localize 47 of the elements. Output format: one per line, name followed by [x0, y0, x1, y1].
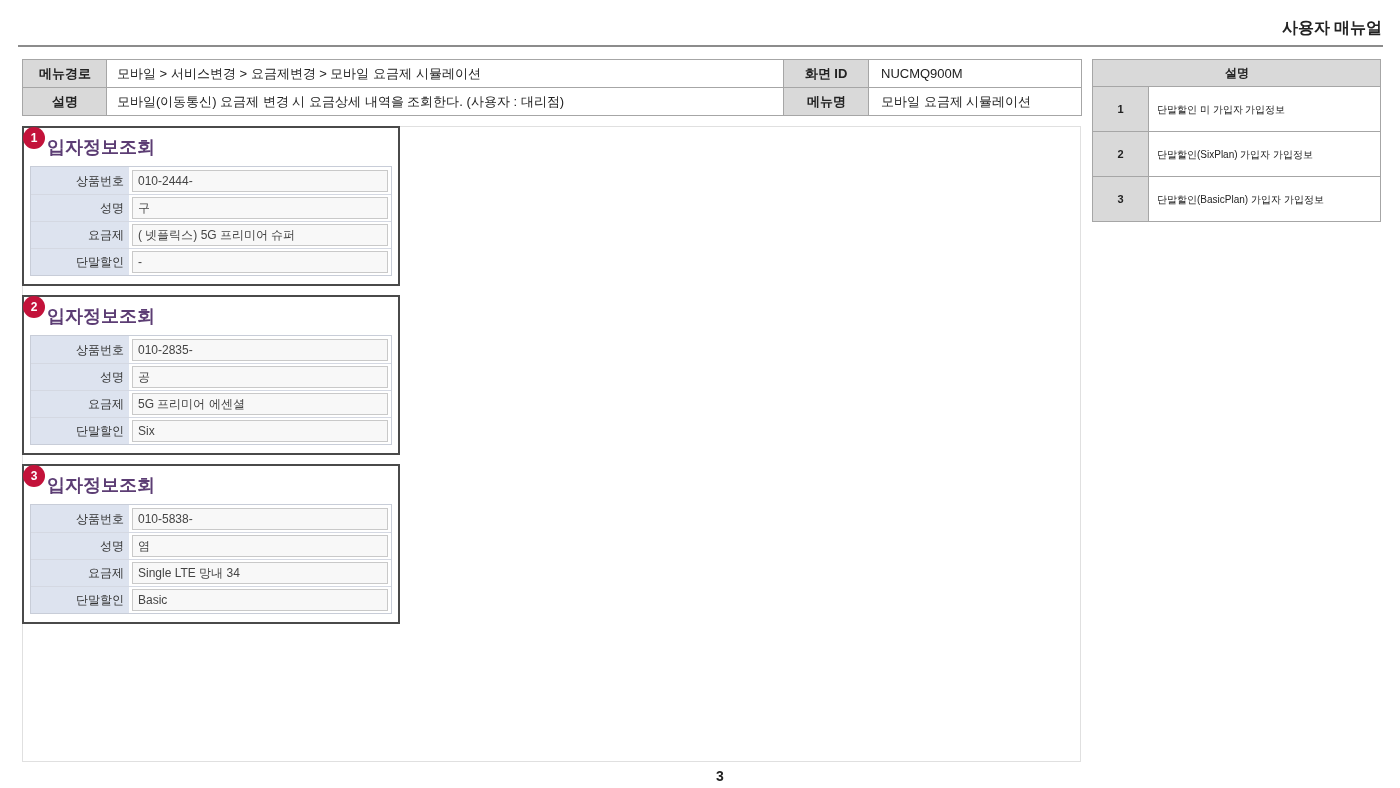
field-label: 성명 — [31, 195, 129, 221]
panel-title: 입자정보조회 — [47, 474, 155, 497]
page-number: 3 — [716, 767, 724, 786]
input-field[interactable]: ( 넷플릭스) 5G 프리미어 슈퍼 — [132, 224, 388, 246]
row-number: 3 — [1092, 176, 1149, 222]
document-title: 사용자 매뉴얼 — [1281, 18, 1382, 38]
row-header: 화면 ID — [783, 59, 869, 88]
field-label: 요금제 — [31, 222, 129, 248]
table-cell: 단말할인 미 가입자 가입정보 — [1148, 86, 1381, 132]
row-header: 메뉴명 — [783, 87, 869, 116]
row-header: 메뉴경로 — [22, 59, 107, 88]
row-number: 2 — [1092, 131, 1149, 177]
column-header: 설명 — [1092, 59, 1381, 87]
row-number: 1 — [1092, 86, 1149, 132]
field-label: 단말할인 — [31, 249, 129, 275]
input-field[interactable]: 구 — [132, 197, 388, 219]
field-label: 요금제 — [31, 391, 129, 417]
table-cell: 모바일 > 서비스변경 > 요금제변경 > 모바일 요금제 시뮬레이션 — [106, 59, 784, 88]
input-field[interactable]: Single LTE 망내 34 — [132, 562, 388, 584]
number-badge: 2 — [23, 296, 45, 318]
input-field[interactable]: Basic — [132, 589, 388, 611]
field-label: 상품번호 — [31, 167, 129, 194]
panel-title: 입자정보조회 — [47, 136, 155, 159]
input-field[interactable]: 010-2444- — [132, 169, 388, 192]
table-cell: NUCMQ900M — [868, 59, 1082, 88]
panel-title: 입자정보조회 — [47, 305, 155, 328]
field-label: 단말할인 — [31, 418, 129, 444]
number-badge: 3 — [23, 465, 45, 487]
input-field[interactable]: 염 — [132, 535, 388, 557]
table-cell: 모바일 요금제 시뮬레이션 — [868, 87, 1082, 116]
row-header: 설명 — [22, 87, 107, 116]
field-label: 요금제 — [31, 560, 129, 586]
number-badge: 1 — [23, 127, 45, 149]
input-field[interactable]: - — [132, 251, 388, 273]
table-cell: 모바일(이동통신) 요금제 변경 시 요금상세 내역을 조회한다. (사용자 : 대리점) — [106, 87, 784, 116]
field-label: 성명 — [31, 364, 129, 390]
input-field[interactable]: 5G 프리미어 에센셜 — [132, 393, 388, 415]
table-cell: 단말할인(SixPlan) 가입자 가입정보 — [1148, 131, 1381, 177]
input-field[interactable]: 010-5838- — [132, 507, 388, 530]
input-field[interactable]: Six — [132, 420, 388, 442]
field-label: 단말할인 — [31, 587, 129, 613]
input-field[interactable]: 공 — [132, 366, 388, 388]
field-label: 상품번호 — [31, 505, 129, 532]
field-label: 성명 — [31, 533, 129, 559]
field-label: 상품번호 — [31, 336, 129, 363]
input-field[interactable]: 010-2835- — [132, 338, 388, 361]
table-cell: 단말할인(BasicPlan) 가입자 가입정보 — [1148, 176, 1381, 222]
